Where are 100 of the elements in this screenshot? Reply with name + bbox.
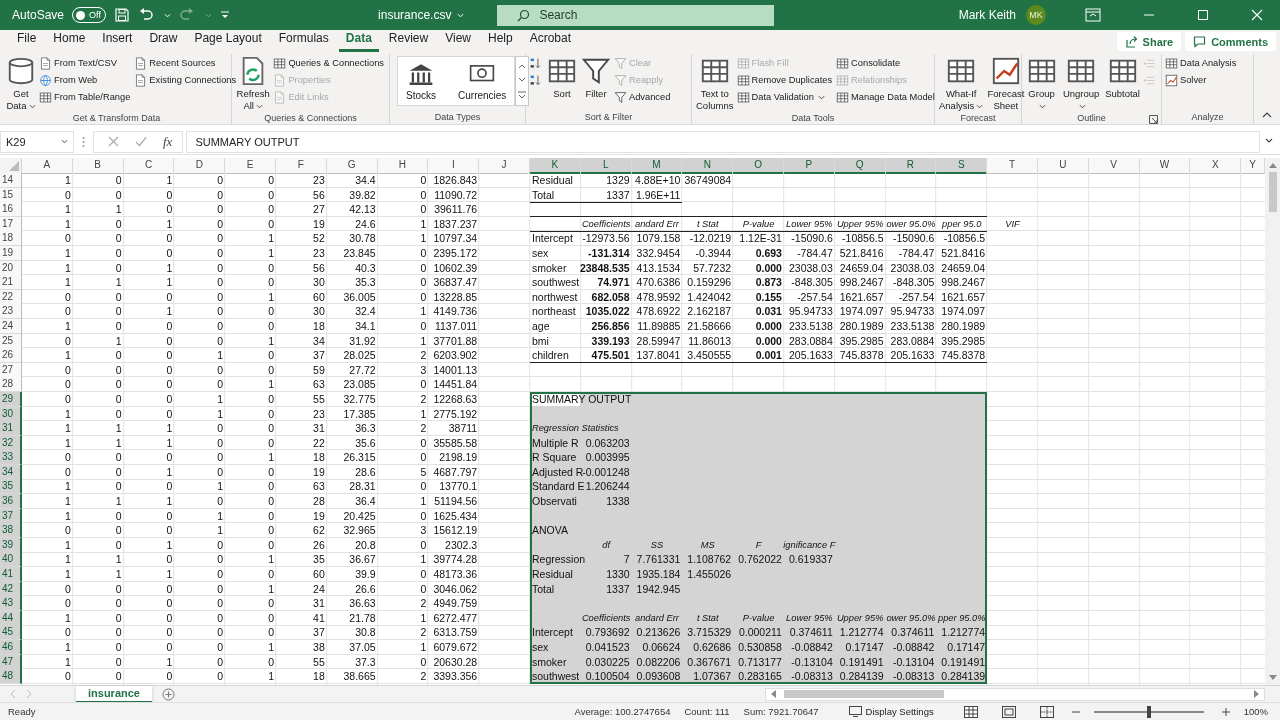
quick-access-menu-icon[interactable] — [220, 10, 231, 20]
column-header[interactable]: Q — [834, 158, 886, 174]
column-header[interactable]: A — [22, 158, 73, 174]
ribbon-button[interactable]: Subtotal — [1104, 54, 1141, 100]
row-header[interactable]: 28 — [0, 377, 22, 393]
menu-tab[interactable]: Review — [381, 31, 436, 52]
close-icon[interactable] — [1251, 9, 1263, 21]
column-header[interactable]: O — [733, 158, 784, 174]
sheet-tab[interactable]: insurance — [76, 685, 152, 703]
ribbon-button[interactable]: Filter — [580, 54, 612, 100]
ribbon-display-icon[interactable] — [1085, 8, 1101, 22]
page-layout-icon[interactable] — [1001, 705, 1016, 718]
slider-thumb[interactable] — [1146, 705, 1151, 718]
column-header[interactable]: K — [529, 158, 581, 174]
dialog-launcher-icon[interactable] — [1149, 115, 1158, 124]
column-header[interactable]: V — [1088, 158, 1140, 174]
ribbon-button[interactable]: From Text/CSV — [39, 56, 133, 70]
row-header[interactable]: 46 — [0, 640, 22, 655]
name-box[interactable]: K29 — [0, 130, 74, 153]
row-header[interactable]: 48 — [0, 669, 22, 685]
column-header[interactable]: D — [174, 158, 226, 174]
ribbon-button[interactable]: Remove Duplicates — [736, 73, 835, 87]
row-header[interactable]: 41 — [0, 567, 22, 583]
save-icon[interactable] — [114, 7, 131, 23]
row-header[interactable]: 33 — [0, 450, 22, 466]
share-button[interactable]: Share — [1116, 32, 1182, 51]
menu-tab[interactable]: Page Layout — [187, 31, 269, 52]
menu-tab[interactable]: Draw — [142, 31, 185, 52]
ribbon-button[interactable]: Get Data — [5, 54, 37, 112]
gallery-scroll-icon[interactable] — [515, 56, 530, 106]
scroll-thumb[interactable] — [784, 690, 944, 698]
row-header[interactable]: 40 — [0, 552, 22, 568]
menu-tab[interactable]: Home — [46, 31, 93, 52]
column-header[interactable]: N — [682, 158, 734, 174]
row-header[interactable]: 31 — [0, 421, 22, 437]
row-header[interactable]: 14 — [0, 173, 22, 188]
zoom-level[interactable]: 100% — [1243, 706, 1268, 717]
avatar[interactable]: MK — [1026, 5, 1046, 25]
ribbon-button[interactable]: Data Analysis — [1165, 56, 1239, 70]
row-header[interactable]: 16 — [0, 202, 22, 218]
ribbon-button[interactable]: Group — [1025, 54, 1059, 112]
row-header[interactable]: 36 — [0, 494, 22, 510]
column-header[interactable]: Y — [1241, 158, 1265, 174]
ribbon-button[interactable]: Stocks — [406, 57, 436, 105]
ribbon-button[interactable]: Consolidate — [836, 56, 937, 70]
row-header[interactable]: 21 — [0, 275, 22, 291]
column-header[interactable]: U — [1037, 158, 1089, 174]
add-sheet-icon[interactable] — [161, 687, 175, 701]
formula-field[interactable]: SUMMARY OUTPUT — [186, 130, 1260, 153]
row-header[interactable]: 43 — [0, 596, 22, 612]
menu-tab[interactable]: Acrobat — [522, 31, 578, 52]
column-header[interactable]: L — [580, 158, 632, 174]
column-header[interactable]: H — [377, 158, 429, 174]
column-header[interactable]: F — [276, 158, 327, 174]
column-header[interactable]: J — [479, 158, 530, 174]
column-header[interactable]: W — [1139, 158, 1191, 174]
ribbon-button[interactable]: Forecast Sheet — [986, 54, 1026, 112]
ribbon-button[interactable]: Data Validation — [736, 90, 835, 104]
menu-tab[interactable]: View — [438, 31, 478, 52]
column-header[interactable]: M — [631, 158, 683, 174]
column-header[interactable]: I — [428, 158, 480, 174]
column-header[interactable]: B — [72, 158, 124, 174]
ribbon-button[interactable]: Solver — [1165, 73, 1239, 87]
menu-tab[interactable]: File — [10, 31, 44, 52]
column-header[interactable]: E — [225, 158, 276, 174]
scrollbar[interactable] — [1265, 158, 1280, 685]
insert-function-button[interactable]: fx — [163, 133, 173, 150]
row-header[interactable]: 23 — [0, 304, 22, 320]
menu-tab[interactable]: Insert — [95, 31, 140, 52]
menu-tab[interactable]: Formulas — [271, 31, 336, 52]
display-settings-button[interactable]: Display Settings — [848, 706, 934, 717]
ribbon-button[interactable]: From Web — [39, 73, 133, 87]
row-header[interactable]: 45 — [0, 625, 22, 641]
menu-tab[interactable]: Help — [480, 31, 520, 52]
ribbon-button[interactable]: Text to Columns — [695, 54, 735, 112]
row-header[interactable]: 18 — [0, 231, 22, 247]
ribbon-button[interactable]: Queries & Connections — [273, 56, 386, 70]
column-header[interactable]: P — [783, 158, 835, 174]
scrollbar[interactable] — [765, 687, 1265, 701]
ribbon-button[interactable]: Manage Data Model — [836, 90, 937, 104]
ribbon-button[interactable]: From Table/Range — [39, 90, 133, 104]
ribbon-button[interactable]: What-If Analysis — [938, 54, 985, 112]
column-header[interactable]: S — [936, 158, 988, 174]
scroll-thumb[interactable] — [1268, 172, 1277, 212]
ribbon-button[interactable]: Sort — [546, 54, 578, 100]
ribbon-button[interactable]: Ungroup — [1060, 54, 1103, 112]
search-field[interactable]: Search — [497, 4, 775, 26]
zoom-in-icon[interactable] — [1221, 707, 1230, 716]
column-header[interactable]: C — [123, 158, 175, 174]
maximize-icon[interactable] — [1197, 9, 1209, 21]
column-header[interactable]: G — [326, 158, 378, 174]
comments-button[interactable]: Comments — [1185, 32, 1276, 51]
collapse-ribbon-icon[interactable] — [1262, 110, 1272, 120]
normal-view-icon[interactable] — [963, 705, 978, 718]
column-header[interactable]: R — [885, 158, 937, 174]
column-header[interactable]: T — [987, 158, 1038, 174]
row-header[interactable]: 35 — [0, 479, 22, 495]
row-header[interactable]: 26 — [0, 348, 22, 364]
undo-icon[interactable] — [138, 7, 155, 23]
page-break-icon[interactable] — [1039, 705, 1054, 718]
